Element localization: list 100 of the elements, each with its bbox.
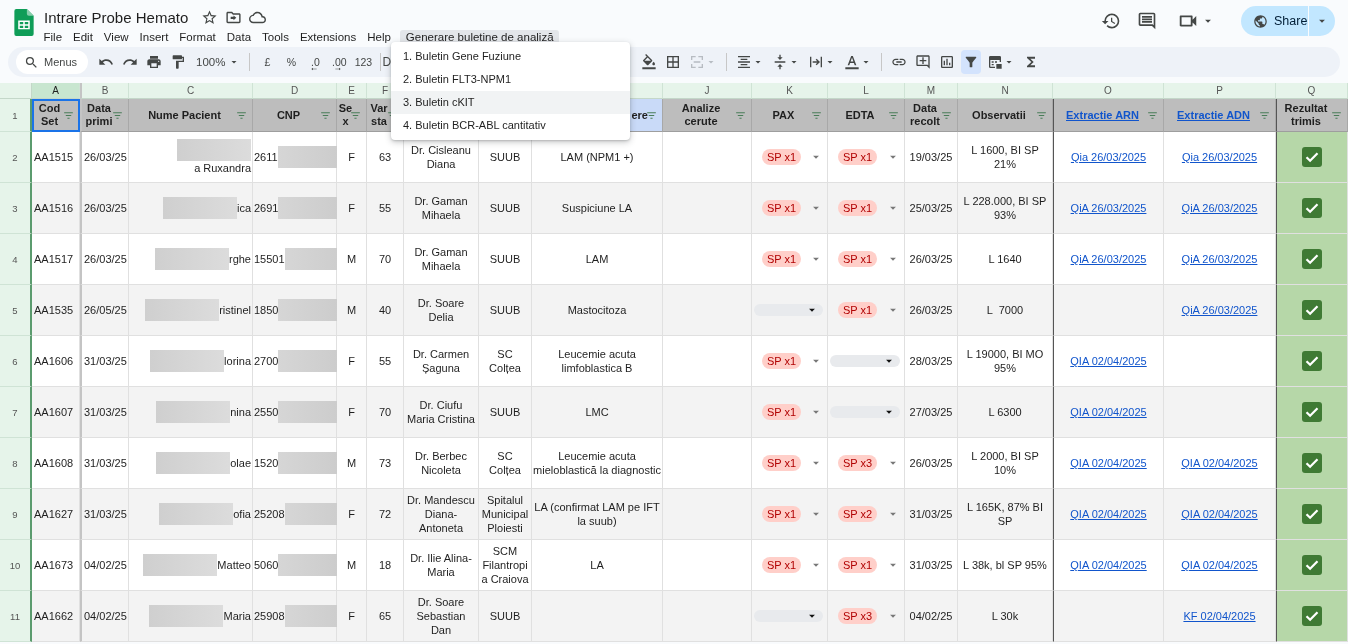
- cell-link[interactable]: Qia 26/03/2025: [1070, 149, 1147, 165]
- header-cell[interactable]: Data primi: [80, 99, 129, 132]
- decimal-button[interactable]: .0: [305, 50, 326, 74]
- row-number[interactable]: 7: [0, 387, 32, 438]
- document-title[interactable]: Intrare Probe Hemato: [44, 8, 189, 26]
- cell-link[interactable]: QIA 02/04/2025: [1070, 404, 1147, 420]
- menu-option[interactable]: 1. Buletin Gene Fuziune: [391, 45, 630, 68]
- font-dropdown[interactable]: D: [382, 55, 392, 69]
- column-header-link[interactable]: Extractie ARN: [1066, 108, 1139, 122]
- column-letter[interactable]: C: [129, 83, 253, 99]
- checked-checkbox[interactable]: [1302, 555, 1322, 575]
- checked-checkbox[interactable]: [1302, 300, 1322, 320]
- cell-link[interactable]: QIA 02/04/2025: [1070, 506, 1147, 522]
- column-letter[interactable]: O: [1053, 83, 1164, 99]
- column-letter[interactable]: B: [80, 83, 129, 99]
- row-number[interactable]: 4: [0, 234, 32, 285]
- share-button[interactable]: Share: [1241, 6, 1308, 36]
- status-chip[interactable]: SP x1: [838, 199, 878, 217]
- dropdown-field[interactable]: [830, 355, 900, 367]
- column-letter[interactable]: Q: [1276, 83, 1348, 99]
- status-chip[interactable]: SP x1: [762, 556, 802, 574]
- header-cell[interactable]: CNP: [253, 99, 337, 132]
- menu-item[interactable]: Edit: [67, 30, 99, 44]
- format-button[interactable]: %: [281, 50, 302, 74]
- cell-link[interactable]: QIA 02/04/2025: [1070, 557, 1147, 573]
- row-number[interactable]: 2: [0, 132, 32, 183]
- row-number[interactable]: 3: [0, 183, 32, 234]
- dropdown-field[interactable]: [754, 610, 823, 622]
- header-cell[interactable]: EDTA: [828, 99, 905, 132]
- header-cell[interactable]: Rezultat trimis: [1276, 99, 1348, 132]
- cell-link[interactable]: QiA 26/03/2025: [1070, 200, 1147, 216]
- cell-link[interactable]: QiA 26/03/2025: [1181, 200, 1258, 216]
- checked-checkbox[interactable]: [1302, 606, 1322, 626]
- cell-link[interactable]: QIA 02/04/2025: [1181, 557, 1258, 573]
- menu-item[interactable]: Tools: [256, 30, 295, 44]
- header-cell[interactable]: Extractie ARN: [1053, 99, 1164, 132]
- header-cell[interactable]: Observatii: [958, 99, 1053, 132]
- menu-item[interactable]: File: [38, 30, 68, 44]
- status-chip[interactable]: SP x1: [762, 199, 802, 217]
- row-number[interactable]: 9: [0, 489, 32, 540]
- column-letter[interactable]: P: [1164, 83, 1276, 99]
- menu-option[interactable]: 3. Buletin cKIT: [391, 91, 630, 114]
- checked-checkbox[interactable]: [1302, 147, 1322, 167]
- header-cell[interactable]: Se x: [337, 99, 367, 132]
- menu-item[interactable]: Extensions: [294, 30, 362, 44]
- status-chip[interactable]: SP x1: [762, 148, 802, 166]
- menu-item[interactable]: View: [98, 30, 135, 44]
- format-button[interactable]: £: [257, 50, 278, 74]
- column-letter[interactable]: D: [253, 83, 337, 99]
- column-header-link[interactable]: Extractie ADN: [1177, 108, 1250, 122]
- row-number[interactable]: 1: [0, 99, 32, 132]
- row-number[interactable]: 5: [0, 285, 32, 336]
- status-chip[interactable]: SP x2: [838, 505, 878, 523]
- cell-link[interactable]: Qia 26/03/2025: [1181, 149, 1258, 165]
- checked-checkbox[interactable]: [1302, 351, 1322, 371]
- menu-item[interactable]: Data: [221, 30, 257, 44]
- cell-link[interactable]: QiA 26/03/2025: [1181, 251, 1258, 267]
- header-cell[interactable]: Cod Set: [32, 99, 80, 132]
- status-chip[interactable]: SP x1: [762, 403, 802, 421]
- menu-item[interactable]: Help: [361, 30, 397, 44]
- header-cell[interactable]: Extractie ADN: [1164, 99, 1276, 132]
- status-chip[interactable]: SP x1: [762, 250, 802, 268]
- checked-checkbox[interactable]: [1302, 402, 1322, 422]
- row-number[interactable]: 11: [0, 591, 32, 642]
- comment-icon[interactable]: [1137, 11, 1157, 31]
- menu-item[interactable]: Insert: [134, 30, 174, 44]
- cell-link[interactable]: QIA 02/04/2025: [1181, 506, 1258, 522]
- format-button[interactable]: 123: [353, 50, 374, 74]
- status-chip[interactable]: SP x3: [838, 454, 878, 472]
- zoom-dropdown[interactable]: 100%: [192, 50, 243, 74]
- status-chip[interactable]: SP x1: [838, 556, 878, 574]
- cell-link[interactable]: QiA 26/03/2025: [1181, 302, 1258, 318]
- search-field[interactable]: Menus: [16, 50, 88, 74]
- filter-button[interactable]: [961, 50, 982, 74]
- header-cell[interactable]: Data recolt: [905, 99, 958, 132]
- status-chip[interactable]: SP x1: [838, 250, 878, 268]
- checked-checkbox[interactable]: [1302, 249, 1322, 269]
- status-chip[interactable]: SP x1: [762, 505, 802, 523]
- header-cell[interactable]: PAX: [752, 99, 828, 132]
- row-number[interactable]: 6: [0, 336, 32, 387]
- dropdown-field[interactable]: [830, 406, 900, 418]
- history-icon[interactable]: [1101, 11, 1121, 31]
- cell-link[interactable]: QiA 26/03/2025: [1070, 251, 1147, 267]
- status-chip[interactable]: SP x1: [762, 352, 802, 370]
- menu-item[interactable]: Format: [173, 30, 222, 44]
- header-cell[interactable]: Nume Pacient: [129, 99, 253, 132]
- cell-link[interactable]: QIA 02/04/2025: [1181, 455, 1258, 471]
- decimal-button[interactable]: .00: [329, 50, 350, 74]
- star-icon[interactable]: [201, 8, 219, 26]
- row-number[interactable]: 8: [0, 438, 32, 489]
- status-chip[interactable]: SP x1: [838, 148, 878, 166]
- cell-link[interactable]: QIA 02/04/2025: [1070, 353, 1147, 369]
- checked-checkbox[interactable]: [1302, 453, 1322, 473]
- column-letter[interactable]: K: [752, 83, 828, 99]
- column-letter[interactable]: M: [905, 83, 958, 99]
- column-letter[interactable]: N: [958, 83, 1053, 99]
- column-letter[interactable]: L: [828, 83, 905, 99]
- status-chip[interactable]: SP x1: [762, 454, 802, 472]
- checked-checkbox[interactable]: [1302, 504, 1322, 524]
- column-letter[interactable]: J: [663, 83, 752, 99]
